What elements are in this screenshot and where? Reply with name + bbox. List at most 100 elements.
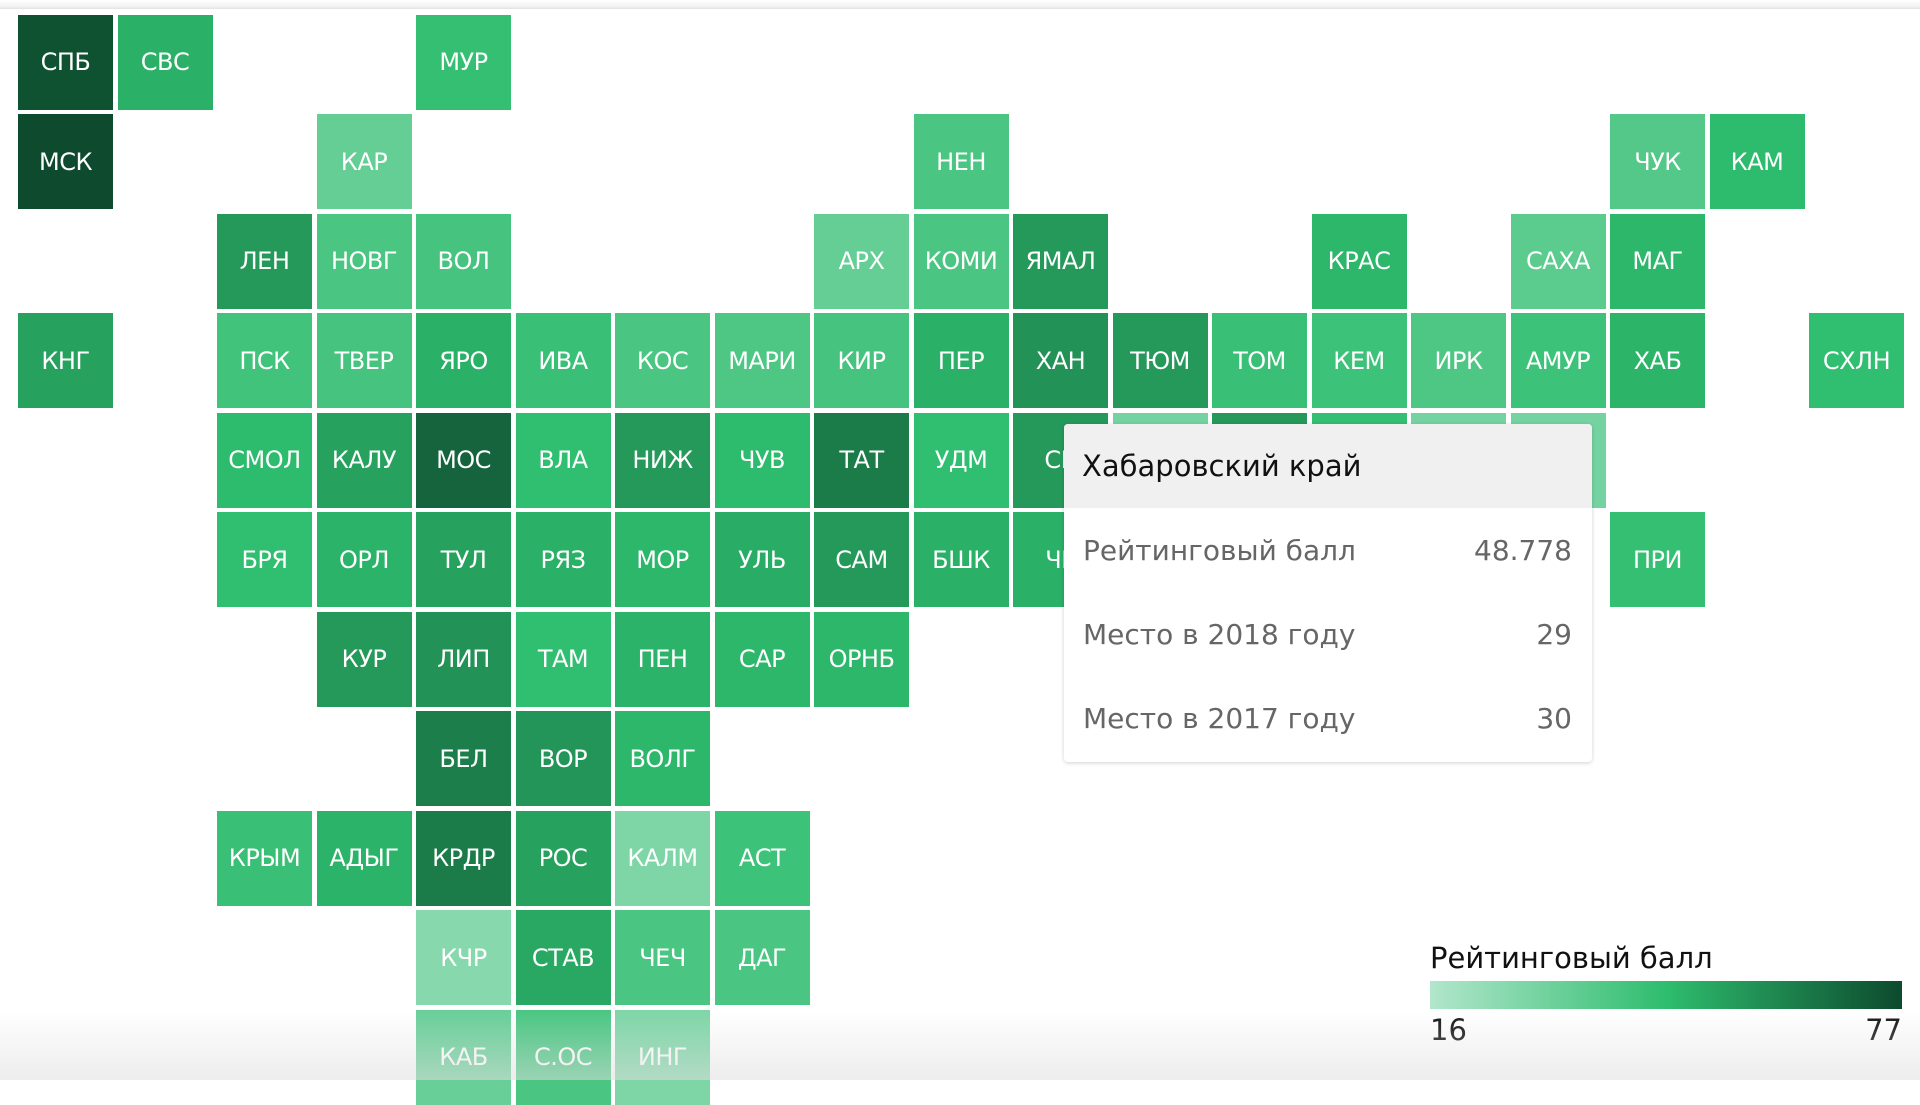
region-label: СПБ — [40, 48, 91, 76]
region-label: САХА — [1525, 247, 1591, 275]
region-tile[interactable]: МАГ — [1610, 213, 1705, 309]
region-tile[interactable]: МСК — [18, 114, 113, 209]
tooltip-row-rank-2017: Место в 2017 году 30 — [1064, 676, 1592, 760]
region-tile[interactable]: ЧУВ — [714, 412, 810, 508]
region-tile[interactable]: ЧЕЧ — [615, 910, 710, 1005]
region-tile[interactable]: С.ОС — [515, 1009, 611, 1105]
region-tile[interactable]: АРХ — [814, 213, 909, 309]
region-label: НИЖ — [632, 446, 693, 474]
region-tile[interactable]: САХА — [1510, 213, 1606, 309]
region-tile[interactable]: СВС — [117, 14, 213, 110]
region-tile[interactable]: САМ — [814, 512, 909, 607]
region-tile[interactable]: ОРЛ — [316, 512, 412, 607]
region-label: С.ОС — [533, 1043, 593, 1071]
region-label: ЛЕН — [239, 247, 290, 275]
region-tile[interactable]: СХЛН — [1809, 313, 1904, 408]
region-tile[interactable]: КУР — [316, 611, 412, 707]
region-tile[interactable]: КАБ — [416, 1009, 511, 1105]
region-tile[interactable]: ПРИ — [1610, 512, 1705, 607]
region-tile[interactable]: ЯМАЛ — [1013, 213, 1108, 309]
region-tile[interactable]: АМУР — [1510, 313, 1606, 408]
region-label: ТУЛ — [440, 545, 487, 574]
region-tile[interactable]: ТОМ — [1212, 313, 1307, 408]
region-tile[interactable]: ВЛА — [515, 412, 611, 508]
region-tile[interactable]: НЕН — [913, 114, 1009, 209]
region-tile[interactable]: ЯРО — [416, 313, 511, 408]
region-label: ЛИП — [437, 645, 490, 673]
region-tile[interactable]: ЛИП — [416, 611, 511, 707]
region-label: КРЫМ — [228, 844, 301, 872]
region-tile[interactable]: НОВГ — [316, 213, 412, 309]
region-tile[interactable]: БШК — [913, 512, 1009, 607]
region-label: ТОМ — [1233, 346, 1286, 375]
region-tile[interactable]: ИВА — [515, 313, 611, 408]
region-tile[interactable]: СТАВ — [515, 910, 611, 1005]
region-tile[interactable]: МОС — [416, 412, 511, 508]
region-tile[interactable]: МУР — [416, 14, 511, 110]
region-tile[interactable]: ВОЛГ — [615, 711, 710, 806]
tooltip-row-rank-2018: Место в 2018 году 29 — [1064, 592, 1592, 676]
region-tile[interactable]: КАЛУ — [316, 412, 412, 508]
region-tile[interactable]: ТВЕР — [316, 313, 412, 408]
region-tile[interactable]: ПЕР — [913, 313, 1009, 408]
region-tile[interactable]: ПСК — [217, 313, 312, 408]
region-tile[interactable]: МОР — [615, 512, 710, 607]
region-tile[interactable]: УЛЬ — [714, 512, 810, 607]
tooltip-label: Место в 2017 году — [1083, 701, 1356, 735]
region-tile[interactable]: КЕМ — [1311, 313, 1407, 408]
region-label: ЯРО — [439, 346, 488, 375]
region-tile[interactable]: ТАМ — [515, 611, 611, 707]
region-label: ИРК — [1434, 346, 1483, 375]
region-label: АМУР — [1525, 346, 1591, 375]
region-tile[interactable]: РЯЗ — [515, 512, 611, 607]
region-label: ИВА — [538, 346, 588, 375]
region-label: КЕМ — [1333, 346, 1385, 375]
region-tile[interactable]: ВОР — [515, 711, 611, 806]
region-tile[interactable]: НИЖ — [615, 412, 710, 508]
region-tile[interactable]: МАРИ — [714, 313, 810, 408]
region-tile[interactable]: ОРНБ — [814, 611, 909, 707]
region-tile[interactable]: КРЫМ — [217, 810, 312, 906]
region-tile[interactable]: СПБ — [18, 14, 113, 110]
region-label: КРАС — [1327, 247, 1391, 275]
region-tile[interactable]: КИР — [814, 313, 909, 408]
region-tile[interactable]: ИНГ — [615, 1009, 710, 1105]
region-tile[interactable]: КНГ — [18, 313, 113, 408]
region-tile[interactable]: КРДР — [416, 810, 511, 906]
region-tile[interactable]: КОС — [615, 313, 710, 408]
region-tile[interactable]: КЧР — [416, 910, 511, 1005]
region-tile[interactable]: ПЕН — [615, 611, 710, 707]
region-tile[interactable]: ТАТ — [814, 412, 909, 508]
region-tile[interactable]: БРЯ — [217, 512, 312, 607]
region-tile[interactable]: САР — [714, 611, 810, 707]
region-tile[interactable]: АДЫГ — [316, 810, 412, 906]
region-label: КНГ — [41, 346, 90, 375]
region-label: ЧУВ — [738, 446, 786, 474]
region-tile[interactable]: УДМ — [913, 412, 1009, 508]
region-tile[interactable]: КРАС — [1311, 213, 1407, 309]
region-tile[interactable]: ВОЛ — [416, 213, 511, 309]
region-label: ЯМАЛ — [1025, 247, 1096, 275]
legend-max-label: 77 — [1865, 1013, 1902, 1047]
region-tile[interactable]: ЧУК — [1610, 114, 1705, 209]
region-tile[interactable]: СМОЛ — [217, 412, 312, 508]
region-tile[interactable]: ТЮМ — [1112, 313, 1208, 408]
region-tile[interactable]: АСТ — [714, 810, 810, 906]
region-tile[interactable]: КАЛМ — [615, 810, 710, 906]
region-tile[interactable]: ИРК — [1411, 313, 1506, 408]
region-tile[interactable]: ТУЛ — [416, 512, 511, 607]
region-tile[interactable]: БЕЛ — [416, 711, 511, 806]
region-tile[interactable]: ДАГ — [714, 910, 810, 1005]
region-tile[interactable]: ЛЕН — [217, 213, 312, 309]
region-tile[interactable]: РОС — [515, 810, 611, 906]
region-tile[interactable]: КАМ — [1709, 114, 1805, 209]
region-label: ТВЕР — [334, 346, 394, 375]
tooltip-value: 30 — [1536, 701, 1572, 735]
region-label: КАБ — [439, 1043, 488, 1071]
region-tile[interactable]: ХАБ — [1610, 313, 1705, 408]
region-label: УЛЬ — [738, 545, 786, 574]
region-tile[interactable]: КАР — [316, 114, 412, 209]
tooltip-title: Хабаровский край — [1064, 424, 1592, 508]
region-tile[interactable]: КОМИ — [913, 213, 1009, 309]
region-tile[interactable]: ХАН — [1013, 313, 1108, 408]
